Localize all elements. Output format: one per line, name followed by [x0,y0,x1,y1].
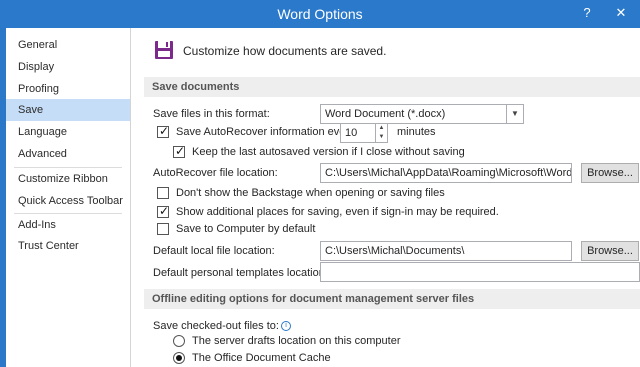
sidebar-item-add-ins[interactable]: Add-Ins [6,214,130,236]
checked-out-files-text: Save checked-out files to: [153,320,279,332]
keep-last-autosaved-checkbox[interactable]: ✓ [173,144,186,158]
browse-autorecover-button[interactable]: Browse... [581,163,639,183]
sidebar: General Display Proofing Save Language A… [6,28,131,367]
section-offline-editing: Offline editing options for document man… [144,289,640,309]
sidebar-item-quick-access-toolbar[interactable]: Quick Access Toolbar [6,190,130,212]
sidebar-item-proofing[interactable]: Proofing [6,78,130,100]
save-format-label: Save files in this format: [153,108,270,120]
sidebar-item-display[interactable]: Display [6,56,130,78]
spinner-buttons[interactable]: ▲ ▼ [375,124,387,142]
minutes-label: minutes [397,126,436,138]
save-to-computer-label: Save to Computer by default [176,223,316,235]
title-bar: Word Options ? ✕ [0,0,640,28]
show-additional-places-label: Show additional places for saving, even … [176,206,499,218]
office-document-cache-label: The Office Document Cache [192,352,331,364]
main-panel: Customize how documents are saved. Save … [132,28,640,367]
autorecover-minutes-value: 10 [345,127,358,139]
autorecover-minutes-stepper[interactable]: 10 ▲ ▼ [340,123,388,143]
close-icon[interactable]: ✕ [610,4,632,22]
checkmark-icon: ✓ [175,144,186,158]
radio-selected-dot [176,355,182,361]
section-save-documents: Save documents [144,77,640,97]
keep-last-autosaved-label: Keep the last autosaved version if I clo… [192,146,465,158]
autorecover-checkbox[interactable]: ✓ [157,124,170,138]
checkmark-icon: ✓ [159,124,170,138]
autorecover-location-input[interactable]: C:\Users\Michal\AppData\Roaming\Microsof… [320,163,572,183]
spin-up-icon[interactable]: ▲ [376,124,387,133]
autorecover-location-label: AutoRecover file location: [153,167,278,179]
server-drafts-label: The server drafts location on this compu… [192,335,401,347]
default-local-location-input[interactable]: C:\Users\Michal\Documents\ [320,241,572,261]
sidebar-item-language[interactable]: Language [6,121,130,143]
show-additional-places-checkbox[interactable]: ✓ [157,204,170,218]
chevron-down-icon: ▼ [506,105,523,123]
personal-templates-input[interactable] [320,262,640,282]
word-options-window: Word Options ? ✕ General Display Proofin… [0,0,640,367]
sidebar-item-customize-ribbon[interactable]: Customize Ribbon [6,168,130,190]
save-format-value: Word Document (*.docx) [325,108,446,120]
checked-out-files-label: Save checked-out files to: i [153,320,291,332]
page-header: Customize how documents are saved. [183,44,387,58]
sidebar-item-trust-center[interactable]: Trust Center [6,235,130,257]
save-disk-icon [155,41,173,59]
checkmark-icon: ✓ [159,204,170,218]
dont-show-backstage-label: Don't show the Backstage when opening or… [176,187,445,199]
default-local-location-label: Default local file location: [153,245,275,257]
sidebar-item-save[interactable]: Save [6,99,130,121]
save-format-select[interactable]: Word Document (*.docx) ▼ [320,104,524,124]
dialog-client: General Display Proofing Save Language A… [6,28,640,367]
office-document-cache-radio[interactable] [173,352,185,364]
server-drafts-radio[interactable] [173,335,185,347]
window-title: Word Options [277,6,363,22]
sidebar-item-general[interactable]: General [6,34,130,56]
autorecover-label: Save AutoRecover information every [176,126,355,138]
spin-down-icon[interactable]: ▼ [376,133,387,142]
personal-templates-label: Default personal templates location: [153,267,328,279]
browse-default-local-button[interactable]: Browse... [581,241,639,261]
dont-show-backstage-checkbox[interactable] [157,187,169,199]
save-to-computer-checkbox[interactable] [157,223,169,235]
sidebar-item-advanced[interactable]: Advanced [6,143,130,165]
help-icon[interactable]: ? [577,4,597,22]
info-icon[interactable]: i [280,321,291,332]
